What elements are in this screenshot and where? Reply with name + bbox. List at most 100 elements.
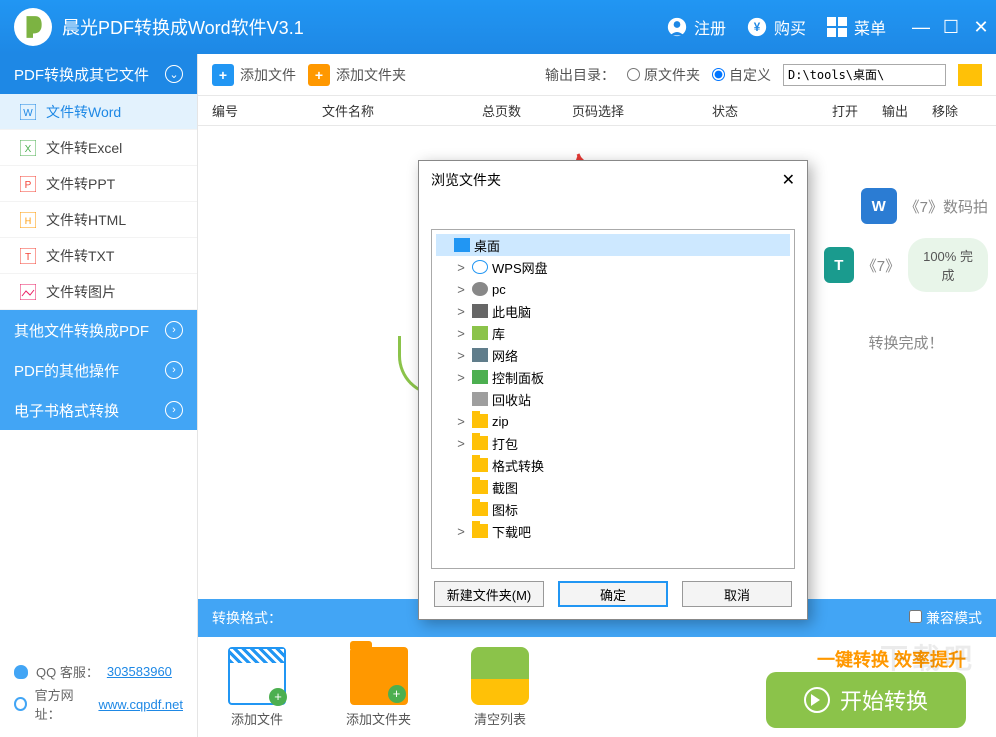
svg-text:¥: ¥ bbox=[754, 21, 761, 34]
word-icon: W bbox=[20, 104, 36, 120]
play-icon bbox=[804, 687, 830, 713]
maximize-button[interactable]: ☐ bbox=[936, 17, 966, 38]
radio-custom-folder[interactable]: 自定义 bbox=[712, 65, 771, 85]
radio-source-folder[interactable]: 原文件夹 bbox=[627, 65, 700, 85]
output-dir-label: 输出目录： bbox=[545, 65, 615, 85]
svg-text:P: P bbox=[25, 180, 32, 191]
sidebar-item-txt[interactable]: T 文件转TXT bbox=[0, 238, 197, 274]
sidebar-item-html[interactable]: H 文件转HTML bbox=[0, 202, 197, 238]
broom-icon bbox=[471, 647, 529, 705]
excel-icon: X bbox=[20, 140, 36, 156]
yen-icon: ¥ bbox=[746, 16, 768, 38]
folder-icon bbox=[472, 436, 488, 450]
net-icon bbox=[472, 348, 488, 362]
dialog-close-button[interactable]: ✕ bbox=[782, 170, 795, 190]
start-convert-button[interactable]: 开始转换 bbox=[766, 672, 966, 728]
cloud-icon bbox=[472, 260, 488, 274]
html-icon: H bbox=[20, 212, 36, 228]
svg-text:X: X bbox=[25, 144, 32, 155]
app-logo bbox=[14, 8, 52, 46]
titlebar: 晨光PDF转换成Word软件V3.1 注册 ¥ 购买 菜单 — ☐ ✕ bbox=[0, 0, 996, 54]
big-add-folder-button[interactable]: 添加文件夹 bbox=[346, 647, 411, 728]
qq-link[interactable]: 303583960 bbox=[107, 664, 172, 679]
svg-text:T: T bbox=[25, 252, 31, 263]
tree-item[interactable]: >WPS网盘 bbox=[436, 256, 790, 278]
big-clear-button[interactable]: 清空列表 bbox=[471, 647, 529, 728]
preview-panel: W 《7》数码拍 T 《7》 100% 完成 转换完成！ bbox=[816, 174, 996, 353]
category-pdf-ops[interactable]: PDF的其他操作 › bbox=[0, 350, 197, 390]
folder-icon bbox=[472, 458, 488, 472]
user-icon bbox=[666, 16, 688, 38]
chevron-right-icon: › bbox=[165, 401, 183, 419]
sidebar: PDF转换成其它文件 ⌄ W 文件转Word X 文件转Excel P 文件转P… bbox=[0, 54, 198, 737]
website-link[interactable]: www.cqpdf.net bbox=[98, 697, 183, 712]
menu-button[interactable]: 菜单 bbox=[826, 15, 886, 39]
comp-icon bbox=[472, 304, 488, 318]
add-folder-button[interactable]: + 添加文件夹 bbox=[308, 64, 406, 86]
compat-checkbox[interactable]: 兼容模式 bbox=[909, 608, 982, 628]
pc-icon bbox=[472, 282, 488, 296]
done-label: 转换完成！ bbox=[816, 332, 996, 353]
doc-plus-icon bbox=[228, 647, 286, 705]
dialog-titlebar: 浏览文件夹 ✕ bbox=[419, 161, 807, 199]
sidebar-item-ppt[interactable]: P 文件转PPT bbox=[0, 166, 197, 202]
tree-item[interactable]: 图标 bbox=[436, 498, 790, 520]
result-chip-word: W 《7》数码拍 bbox=[824, 188, 988, 224]
qq-icon bbox=[14, 665, 28, 679]
category-other-to-pdf[interactable]: 其他文件转换成PDF › bbox=[0, 310, 197, 350]
browse-folder-dialog: 浏览文件夹 ✕ 桌面>WPS网盘>pc>此电脑>库>网络>控制面板回收站>zip… bbox=[418, 160, 808, 620]
sidebar-item-word[interactable]: W 文件转Word bbox=[0, 94, 197, 130]
svg-text:H: H bbox=[25, 216, 32, 226]
big-add-file-button[interactable]: 添加文件 bbox=[228, 647, 286, 728]
folder-icon bbox=[472, 480, 488, 494]
browse-folder-button[interactable] bbox=[958, 64, 982, 86]
tree-item[interactable]: >网络 bbox=[436, 344, 790, 366]
bin-icon bbox=[472, 392, 488, 406]
new-folder-button[interactable]: 新建文件夹(M) bbox=[434, 581, 544, 607]
cancel-button[interactable]: 取消 bbox=[682, 581, 792, 607]
category-ebook[interactable]: 电子书格式转换 › bbox=[0, 390, 197, 430]
slogan-text: 一键转换 效率提升 bbox=[766, 646, 966, 672]
globe-icon bbox=[14, 697, 27, 711]
folder-tree[interactable]: 桌面>WPS网盘>pc>此电脑>库>网络>控制面板回收站>zip>打包格式转换截… bbox=[431, 229, 795, 569]
tree-item[interactable]: >打包 bbox=[436, 432, 790, 454]
ppt-icon: P bbox=[20, 176, 36, 192]
tree-item[interactable]: 截图 bbox=[436, 476, 790, 498]
close-button[interactable]: ✕ bbox=[966, 17, 996, 38]
tree-item[interactable]: 格式转换 bbox=[436, 454, 790, 476]
bottom-bar: 添加文件 添加文件夹 清空列表 一键转换 效率提升 开始转换 bbox=[198, 637, 996, 737]
image-icon bbox=[20, 284, 36, 300]
support-panel: QQ 客服：303583960 官方网址：www.cqpdf.net bbox=[0, 648, 197, 737]
sidebar-item-image[interactable]: 文件转图片 bbox=[0, 274, 197, 310]
folder-icon bbox=[472, 414, 488, 428]
output-path-input[interactable] bbox=[783, 64, 946, 86]
tree-item[interactable]: >此电脑 bbox=[436, 300, 790, 322]
buy-button[interactable]: ¥ 购买 bbox=[746, 15, 806, 39]
sidebar-item-excel[interactable]: X 文件转Excel bbox=[0, 130, 197, 166]
word-file-icon: W bbox=[861, 188, 897, 224]
txt-file-icon: T bbox=[824, 247, 854, 283]
folder-icon bbox=[472, 502, 488, 516]
add-file-button[interactable]: + 添加文件 bbox=[212, 64, 296, 86]
folder-plus-icon bbox=[350, 647, 408, 705]
tree-item[interactable]: >下载吧 bbox=[436, 520, 790, 542]
tree-item[interactable]: >zip bbox=[436, 410, 790, 432]
ok-button[interactable]: 确定 bbox=[558, 581, 668, 607]
category-pdf-to-other[interactable]: PDF转换成其它文件 ⌄ bbox=[0, 54, 197, 94]
register-button[interactable]: 注册 bbox=[666, 15, 726, 39]
minimize-button[interactable]: — bbox=[906, 17, 936, 38]
tree-item[interactable]: 桌面 bbox=[436, 234, 790, 256]
tree-item[interactable]: >pc bbox=[436, 278, 790, 300]
tree-item[interactable]: >库 bbox=[436, 322, 790, 344]
txt-icon: T bbox=[20, 248, 36, 264]
apps-icon bbox=[826, 16, 848, 38]
app-title: 晨光PDF转换成Word软件V3.1 bbox=[62, 14, 304, 40]
chevron-right-icon: › bbox=[165, 321, 183, 339]
tree-item[interactable]: >控制面板 bbox=[436, 366, 790, 388]
lib-icon bbox=[472, 326, 488, 340]
toolbar: + 添加文件 + 添加文件夹 输出目录： 原文件夹 自定义 bbox=[198, 54, 996, 96]
tree-item[interactable]: 回收站 bbox=[436, 388, 790, 410]
chevron-down-icon: ⌄ bbox=[165, 65, 183, 83]
svg-text:W: W bbox=[23, 108, 33, 119]
plus-folder-icon: + bbox=[308, 64, 330, 86]
